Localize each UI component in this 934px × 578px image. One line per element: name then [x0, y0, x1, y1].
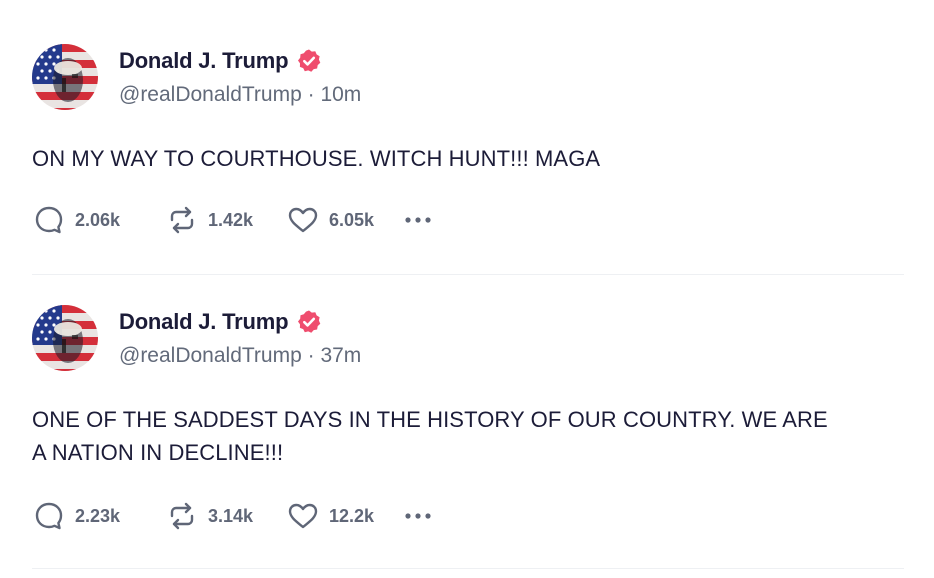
timestamp[interactable]: 10m [320, 83, 361, 106]
separator: · [307, 83, 321, 106]
avatar-image [32, 305, 98, 371]
post-actions: 2.23k 3.14k 12.2k [32, 499, 904, 533]
reply-icon [35, 502, 63, 530]
display-name[interactable]: Donald J. Trump [119, 309, 289, 335]
display-name[interactable]: Donald J. Trump [119, 48, 289, 74]
avatar-image [32, 44, 98, 110]
avatar[interactable] [32, 44, 98, 110]
feed: Donald J. Trump @realDonaldTrump · 10m O… [0, 0, 934, 578]
reply-count: 2.06k [75, 209, 121, 230]
repost-count: 1.42k [208, 209, 254, 230]
heart-icon [288, 207, 318, 233]
author-info: Donald J. Trump @realDonaldTrump · 10m [119, 44, 361, 111]
reply-count: 2.23k [75, 505, 121, 526]
timestamp[interactable]: 37m [320, 344, 361, 367]
handle[interactable]: @realDonaldTrump [119, 83, 302, 106]
repost-icon [170, 502, 194, 530]
handle-row: @realDonaldTrump · 10m [119, 83, 361, 111]
post-divider [32, 568, 904, 569]
verified-badge-icon [298, 49, 321, 72]
reply-button[interactable]: 2.06k [32, 203, 165, 237]
post[interactable]: Donald J. Trump @realDonaldTrump · 37m O… [32, 305, 904, 533]
post-divider [32, 274, 904, 275]
like-count: 6.05k [329, 209, 375, 230]
post[interactable]: Donald J. Trump @realDonaldTrump · 10m O… [32, 44, 904, 237]
more-options-button[interactable] [401, 499, 435, 533]
reply-button[interactable]: 2.23k [32, 499, 165, 533]
post-text: ONE OF THE SADDEST DAYS IN THE HISTORY O… [32, 403, 904, 469]
separator: · [307, 344, 321, 367]
post-header: Donald J. Trump @realDonaldTrump · 37m [32, 305, 904, 373]
handle-row: @realDonaldTrump · 37m [119, 344, 361, 372]
like-count: 12.2k [329, 505, 375, 526]
heart-icon [288, 503, 318, 529]
more-dots-icon [405, 513, 431, 519]
reply-icon [35, 206, 63, 234]
repost-button[interactable]: 1.42k [165, 203, 286, 237]
repost-count: 3.14k [208, 505, 254, 526]
handle[interactable]: @realDonaldTrump [119, 344, 302, 367]
verified-badge-icon [298, 310, 321, 333]
avatar[interactable] [32, 305, 98, 371]
post-text: ON MY WAY TO COURTHOUSE. WITCH HUNT!!! M… [32, 142, 904, 175]
post-header: Donald J. Trump @realDonaldTrump · 10m [32, 44, 904, 112]
post-text-line: A NATION IN DECLINE!!! [32, 440, 284, 465]
author-info: Donald J. Trump @realDonaldTrump · 37m [119, 305, 361, 372]
like-button[interactable]: 6.05k [286, 203, 401, 237]
repost-icon [170, 206, 194, 234]
post-text-line: ON MY WAY TO COURTHOUSE. WITCH HUNT!!! M… [32, 146, 601, 171]
post-text-line: ONE OF THE SADDEST DAYS IN THE HISTORY O… [32, 407, 828, 432]
more-dots-icon [405, 217, 431, 223]
post-actions: 2.06k 1.42k 6.05k [32, 203, 904, 237]
repost-button[interactable]: 3.14k [165, 499, 286, 533]
like-button[interactable]: 12.2k [286, 499, 401, 533]
more-options-button[interactable] [401, 203, 435, 237]
